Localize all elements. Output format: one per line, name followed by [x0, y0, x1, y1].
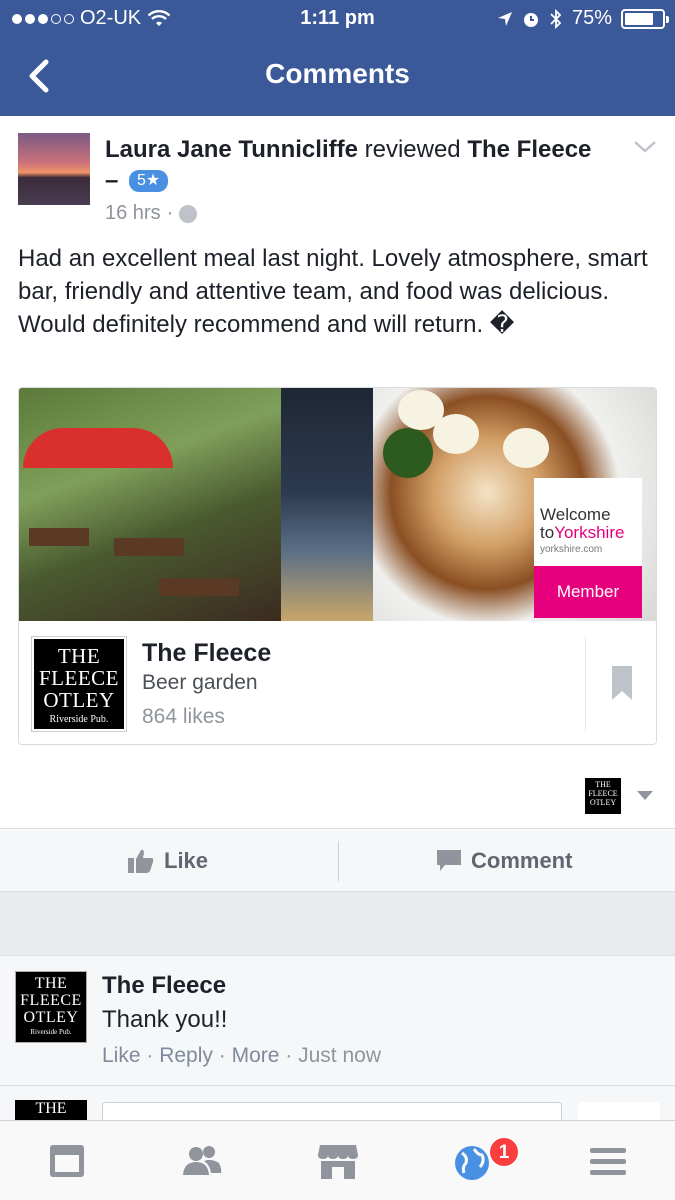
welcome-yorkshire: Yorkshire [554, 523, 625, 542]
divider [338, 841, 339, 881]
post-action: reviewed [357, 136, 468, 163]
chevron-down-icon[interactable] [633, 140, 657, 154]
welcome-line1: Welcome [540, 505, 611, 524]
friends-icon[interactable] [182, 1141, 222, 1181]
commenter-name[interactable]: The Fleece [102, 972, 226, 1000]
member-label: Member [534, 566, 642, 618]
author-name[interactable]: Laura Jane Tunnicliffe [105, 136, 358, 163]
battery-percent: 75% [571, 7, 612, 29]
caret-down-icon[interactable] [637, 791, 653, 801]
comment-item: THE FLEECE OTLEY Riverside Pub. The Flee… [0, 955, 675, 1085]
rating-badge: 5★ [129, 170, 169, 192]
status-bar: O2-UK 1:11 pm 75% [0, 0, 675, 38]
author-avatar[interactable] [18, 133, 90, 205]
page-name[interactable]: The Fleece [142, 639, 271, 668]
post-time[interactable]: 16 hrs [105, 202, 161, 225]
welcome-to: to [540, 523, 555, 542]
header-dash: – [105, 167, 119, 194]
beer-garden-photo [19, 388, 281, 621]
page-title: Comments [265, 58, 410, 89]
post-header: Laura Jane Tunnicliffe reviewed The Flee… [105, 134, 605, 196]
commenter-avatar[interactable]: THE FLEECE OTLEY Riverside Pub. [15, 971, 87, 1043]
globe-icon [179, 204, 198, 223]
compose-row: THE [0, 1085, 675, 1132]
comment-label: Comment [471, 848, 573, 873]
battery-icon [621, 8, 669, 29]
menu-icon[interactable] [588, 1141, 628, 1181]
marketplace-icon[interactable] [318, 1141, 358, 1181]
status-right: 75% [497, 7, 669, 30]
bookmark-icon[interactable] [611, 665, 633, 701]
like-label: Like [164, 848, 209, 873]
divider [585, 637, 586, 731]
logo-line2: FLEECE [39, 666, 119, 690]
post-body: Had an excellent meal last night. Lovely… [18, 245, 648, 338]
news-feed-icon[interactable] [48, 1141, 88, 1181]
tab-bar: 1 [0, 1120, 675, 1200]
comment-more-link[interactable]: More [232, 1044, 280, 1067]
comment-text: Thank you!! [102, 1006, 228, 1033]
comment-like-link[interactable]: Like [102, 1044, 141, 1067]
logo-line1: THE [57, 644, 101, 668]
page-link-card[interactable]: Welcome toYorkshire yorkshire.com Member… [18, 387, 657, 745]
welcome-url: yorkshire.com [540, 544, 603, 555]
post-meta: 16 hrs · [105, 202, 198, 225]
share-as-avatar[interactable]: THE FLEECE OTLEY [585, 778, 621, 814]
page-info: THE FLEECE OTLEY Riverside Pub. The Flee… [19, 621, 656, 744]
notification-badge: 1 [488, 1136, 520, 1168]
notifications-globe-icon[interactable] [452, 1141, 492, 1181]
bluetooth-icon [550, 8, 562, 29]
page-category: Beer garden [142, 671, 258, 694]
thumbs-up-icon [128, 849, 154, 873]
page-logo[interactable]: THE FLEECE OTLEY Riverside Pub. [31, 636, 127, 732]
share-as-row[interactable]: THE FLEECE OTLEY [585, 778, 653, 814]
cover-photo-collage: Welcome toYorkshire yorkshire.com Member [19, 388, 656, 621]
comment-meta: Like · Reply · More · Just now [102, 1044, 381, 1067]
welcome-to-yorkshire-badge: Welcome toYorkshire yorkshire.com Member [534, 478, 642, 618]
comment-time: Just now [298, 1044, 381, 1067]
bar-photo [281, 388, 373, 621]
logo-tagline: Riverside Pub. [49, 714, 109, 725]
post-actions: Like Comment [0, 828, 675, 892]
like-button[interactable]: Like [128, 829, 208, 893]
location-arrow-icon [497, 11, 512, 26]
page-likes: 864 likes [142, 705, 225, 728]
comment-icon [437, 850, 461, 871]
reviewed-page-name[interactable]: The Fleece [467, 136, 591, 163]
top-bar: O2-UK 1:11 pm 75% Comments [0, 0, 675, 116]
food-photo: Welcome toYorkshire yorkshire.com Member [373, 388, 656, 621]
comment-button[interactable]: Comment [437, 829, 572, 893]
logo-line3: OTLEY [43, 688, 115, 712]
alarm-icon [523, 12, 538, 27]
review-post: Laura Jane Tunnicliffe reviewed The Flee… [0, 116, 675, 892]
comment-reply-link[interactable]: Reply [159, 1044, 213, 1067]
